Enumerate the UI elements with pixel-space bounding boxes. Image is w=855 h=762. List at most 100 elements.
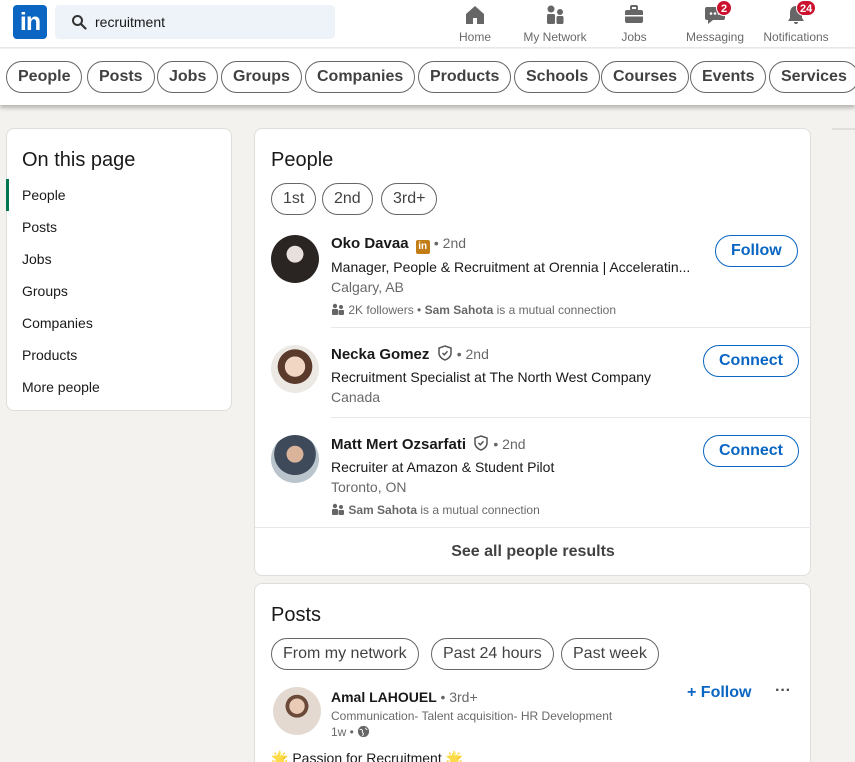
mutual-suffix: is a mutual connection bbox=[493, 303, 617, 317]
messaging-badge: 2 bbox=[716, 0, 732, 16]
connection-degree: • 2nd bbox=[433, 235, 467, 251]
filter-companies[interactable]: Companies bbox=[305, 61, 416, 93]
filter-past-24-hours[interactable]: Past 24 hours bbox=[431, 638, 554, 670]
nav-messaging-label: Messaging bbox=[685, 30, 745, 44]
search-value: recruitment bbox=[95, 14, 166, 30]
result-divider bbox=[331, 327, 810, 328]
search-filter-bar: People Posts Jobs Groups Companies Produ… bbox=[0, 49, 855, 105]
filter-schools[interactable]: Schools bbox=[514, 61, 601, 93]
nav-home-label: Home bbox=[458, 30, 491, 44]
filter-courses[interactable]: Courses bbox=[601, 61, 690, 93]
post-author[interactable]: Amal LAHOUEL • 3rd+ bbox=[331, 689, 478, 705]
right-rail-edge bbox=[832, 128, 855, 130]
search-icon bbox=[72, 15, 87, 30]
avatar[interactable] bbox=[271, 435, 319, 483]
person-location: Canada bbox=[331, 389, 381, 405]
connect-button[interactable]: Connect bbox=[703, 345, 799, 377]
on-this-page-title: On this page bbox=[22, 149, 136, 171]
top-nav: in recruitment Home My Network Jobs Mess… bbox=[0, 0, 855, 48]
nav-messaging[interactable]: Messaging 2 bbox=[684, 0, 746, 48]
filter-jobs[interactable]: Jobs bbox=[157, 61, 219, 93]
person-location: Toronto, ON bbox=[331, 479, 407, 495]
people-section-title: People bbox=[271, 149, 334, 171]
on-this-page-more-people[interactable]: More people bbox=[22, 379, 100, 395]
post-more-options-icon[interactable]: ··· bbox=[775, 682, 791, 700]
filter-posts[interactable]: Posts bbox=[87, 61, 155, 93]
nav-jobs[interactable]: Jobs bbox=[614, 0, 654, 48]
people-icon bbox=[331, 303, 345, 315]
filter-products[interactable]: Products bbox=[418, 61, 512, 93]
mutual-name[interactable]: Sam Sahota bbox=[348, 503, 417, 517]
on-this-page-card: On this page People Posts Jobs Groups Co… bbox=[6, 128, 232, 411]
mutual-connection: 2K followers • Sam Sahota is a mutual co… bbox=[331, 303, 616, 317]
network-icon bbox=[547, 5, 564, 24]
person-result[interactable]: Oko Davaa in • 2nd Manager, People & Rec… bbox=[271, 235, 798, 317]
person-name[interactable]: Oko Davaa in • 2nd bbox=[331, 235, 466, 254]
nav-jobs-label: Jobs bbox=[621, 30, 647, 44]
notifications-badge: 24 bbox=[796, 0, 817, 16]
nav-notifications[interactable]: Notifications 24 bbox=[760, 0, 832, 48]
mutual-name[interactable]: Sam Sahota bbox=[425, 303, 494, 317]
person-name-text: Necka Gomez bbox=[331, 346, 430, 363]
filter-2nd[interactable]: 2nd bbox=[322, 183, 373, 215]
filter-3rd-plus[interactable]: 3rd+ bbox=[381, 183, 438, 215]
nav-home[interactable]: Home bbox=[453, 0, 497, 48]
person-name[interactable]: Necka Gomez • 2nd bbox=[331, 345, 489, 365]
filter-from-my-network[interactable]: From my network bbox=[271, 638, 419, 670]
result-divider bbox=[331, 417, 810, 418]
person-headline: Recruitment Specialist at The North West… bbox=[331, 369, 652, 385]
filter-groups[interactable]: Groups bbox=[221, 61, 302, 93]
people-card: People 1st 2nd 3rd+ Oko Davaa in • 2nd M… bbox=[254, 128, 811, 576]
briefcase-icon bbox=[625, 5, 643, 23]
person-location: Calgary, AB bbox=[331, 279, 404, 295]
person-result[interactable]: Matt Mert Ozsarfati • 2nd Recruiter at A… bbox=[271, 435, 799, 519]
on-this-page-groups[interactable]: Groups bbox=[22, 283, 68, 299]
filter-past-week[interactable]: Past week bbox=[561, 638, 659, 670]
mutual-connection: Sam Sahota is a mutual connection bbox=[331, 503, 540, 517]
search-input[interactable]: recruitment bbox=[55, 5, 335, 39]
avatar[interactable] bbox=[271, 345, 319, 393]
on-this-page-products[interactable]: Products bbox=[22, 347, 77, 363]
connect-button[interactable]: Connect bbox=[703, 435, 799, 467]
posts-card: Posts From my network Past 24 hours Past… bbox=[254, 583, 811, 762]
connection-degree: • 2nd bbox=[456, 346, 489, 362]
post-time: 1w • bbox=[331, 725, 370, 741]
nav-my-network[interactable]: My Network bbox=[518, 0, 592, 48]
person-name-text: Matt Mert Ozsarfati bbox=[331, 436, 467, 453]
followers-count: 2K followers • bbox=[348, 303, 425, 317]
nav-my-network-label: My Network bbox=[523, 30, 587, 44]
post-author-avatar[interactable] bbox=[273, 687, 321, 735]
person-result[interactable]: Necka Gomez • 2nd Recruitment Specialist… bbox=[271, 345, 799, 409]
on-this-page-jobs[interactable]: Jobs bbox=[22, 251, 52, 267]
person-headline: Manager, People & Recruitment at Orennia… bbox=[331, 259, 691, 275]
post-author-name: Amal LAHOUEL bbox=[331, 689, 437, 705]
person-headline: Recruiter at Amazon & Student Pilot bbox=[331, 459, 555, 475]
mutual-suffix: is a mutual connection bbox=[417, 503, 540, 517]
globe-icon bbox=[357, 725, 370, 741]
linkedin-premium-icon: in bbox=[415, 240, 430, 254]
filter-1st[interactable]: 1st bbox=[271, 183, 317, 215]
post-author-headline: Communication- Talent acquisition- HR De… bbox=[331, 709, 613, 723]
post-author-degree: • 3rd+ bbox=[440, 689, 478, 705]
home-icon bbox=[466, 6, 484, 24]
post-time-text: 1w • bbox=[331, 725, 354, 739]
on-this-page-posts[interactable]: Posts bbox=[22, 219, 57, 235]
see-all-people-button[interactable]: See all people results bbox=[255, 527, 811, 575]
verified-shield-icon bbox=[473, 435, 489, 455]
people-icon bbox=[331, 503, 345, 515]
filter-people[interactable]: People bbox=[6, 61, 83, 93]
post-follow-button[interactable]: + Follow bbox=[687, 684, 751, 702]
posts-section-title: Posts bbox=[271, 604, 322, 626]
person-name[interactable]: Matt Mert Ozsarfati • 2nd bbox=[331, 435, 526, 455]
avatar[interactable] bbox=[271, 235, 319, 283]
on-this-page-companies[interactable]: Companies bbox=[22, 315, 93, 331]
filter-events[interactable]: Events bbox=[690, 61, 767, 93]
nav-notifications-label: Notifications bbox=[763, 30, 829, 44]
active-indicator bbox=[6, 179, 9, 211]
person-name-text: Oko Davaa bbox=[331, 235, 409, 252]
on-this-page-people[interactable]: People bbox=[22, 187, 66, 203]
connection-degree: • 2nd bbox=[493, 436, 526, 452]
linkedin-logo[interactable]: in bbox=[13, 5, 47, 39]
follow-button[interactable]: Follow bbox=[715, 235, 798, 267]
filter-services[interactable]: Services bbox=[769, 61, 855, 93]
